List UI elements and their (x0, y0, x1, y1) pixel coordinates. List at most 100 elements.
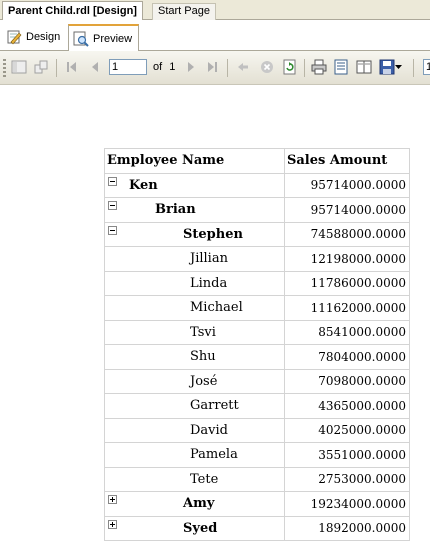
employee-name-cell: Brian (104, 197, 285, 223)
sales-amount-cell: 11162000.0000 (284, 295, 410, 321)
table-body: Ken 95714000.0000 Brian 95714000.0000 Stephe… (104, 172, 410, 541)
back-icon[interactable] (234, 58, 252, 76)
sales-amount-cell: 1892000.0000 (284, 515, 410, 541)
table-row: Tsvi 8541000.0000 (104, 319, 410, 345)
employee-name-cell: José (104, 368, 285, 394)
expand-toggle-icon[interactable] (108, 495, 117, 504)
employee-name: José (190, 373, 218, 389)
employee-name: Tsvi (190, 324, 216, 340)
zoom-input[interactable]: 1 (423, 59, 430, 75)
sales-amount-cell: 4365000.0000 (284, 393, 410, 419)
employee-name: Syed (183, 520, 218, 536)
preview-magnifier-icon (73, 31, 89, 47)
tab-start-page[interactable]: Start Page (152, 3, 216, 20)
employee-name-cell: Amy (104, 491, 285, 517)
sales-amount-cell: 11786000.0000 (284, 270, 410, 296)
toolbar-separator (227, 59, 228, 77)
employee-name: David (190, 422, 228, 438)
design-pencil-icon (6, 29, 22, 45)
last-page-icon[interactable] (203, 58, 221, 76)
employee-name-cell: Syed (104, 515, 285, 541)
toolbar-separator (304, 59, 305, 77)
employee-name-cell: Ken (104, 172, 285, 198)
table-row: Michael 11162000.0000 (104, 295, 410, 321)
table-row: Pamela 3551000.0000 (104, 442, 410, 468)
next-page-icon[interactable] (182, 58, 200, 76)
expand-toggle-icon[interactable] (108, 519, 117, 529)
tab-design-label: Design (26, 31, 61, 43)
employee-name: Pamela (190, 447, 238, 462)
collapse-toggle-icon[interactable] (108, 225, 117, 235)
print-icon[interactable] (310, 58, 328, 76)
employee-name: Linda (190, 275, 228, 291)
employee-name-cell: Tete (104, 466, 285, 492)
table-row: Amy 19234000.0000 (104, 491, 410, 517)
table-row: José 7098000.0000 (104, 368, 410, 394)
page-setup-icon[interactable] (355, 58, 373, 76)
sales-amount-cell: 2753000.0000 (284, 466, 410, 492)
collapse-toggle-icon[interactable] (108, 176, 117, 186)
sales-amount-cell: 8541000.0000 (284, 319, 410, 345)
table-row: Brian 95714000.0000 (104, 197, 410, 223)
tab-preview-label: Preview (93, 32, 133, 45)
employee-name-cell: Garrett (104, 393, 285, 419)
tab-parent-child-design[interactable]: Parent Child.rdl [Design] (2, 1, 143, 21)
print-layout-icon[interactable] (332, 58, 350, 76)
sales-amount-cell: 4025000.0000 (284, 417, 410, 443)
table-header-row: Employee Name Sales Amount (104, 148, 410, 174)
table-row: Stephen 74588000.0000 (104, 221, 410, 247)
employee-sales-table: Employee Name Sales Amount Ken 95714000.0… (104, 148, 410, 541)
document-map-icon[interactable] (10, 58, 28, 76)
table-row: Tete 2753000.0000 (104, 466, 410, 492)
sales-amount-cell: 95714000.0000 (284, 197, 410, 223)
employee-name: Brian (155, 202, 196, 217)
table-row: Garrett 4365000.0000 (104, 393, 410, 419)
table-row: David 4025000.0000 (104, 417, 410, 443)
table-row: Linda 11786000.0000 (104, 270, 410, 296)
sales-amount-cell: 12198000.0000 (284, 246, 410, 272)
employee-name-cell: Pamela (104, 442, 285, 468)
collapse-toggle-icon[interactable] (108, 201, 117, 210)
sales-amount-cell: 74588000.0000 (284, 221, 410, 247)
table-row: Jillian 12198000.0000 (104, 246, 410, 272)
column-header-sales-amount: Sales Amount (284, 148, 410, 174)
sales-amount-cell: 7804000.0000 (284, 344, 410, 370)
table-row: Shu 7804000.0000 (104, 344, 410, 370)
employee-name: Shu (190, 349, 216, 364)
toolbar-grip[interactable] (3, 59, 6, 77)
table-row: Syed 1892000.0000 (104, 515, 410, 541)
employee-name-cell: Linda (104, 270, 285, 296)
employee-name: Jillian (190, 251, 228, 266)
sales-amount-cell: 19234000.0000 (284, 491, 410, 517)
toolbar-separator (413, 59, 414, 77)
employee-name-cell: Michael (104, 295, 285, 321)
employee-name-cell: Jillian (104, 246, 285, 272)
employee-name: Ken (129, 177, 158, 193)
view-tab-strip: Design Preview (0, 20, 430, 51)
parent-report-icon[interactable] (32, 58, 50, 76)
employee-name: Amy (183, 496, 215, 511)
employee-name: Garrett (190, 398, 239, 413)
employee-name: Stephen (183, 226, 243, 242)
tab-design[interactable]: Design (2, 25, 66, 49)
employee-name: Michael (190, 300, 243, 315)
previous-page-icon[interactable] (86, 58, 104, 76)
page-of-label: of 1 (153, 61, 176, 73)
refresh-icon[interactable] (281, 58, 299, 76)
report-toolbar: 1 of 1 1 (0, 51, 430, 85)
sales-amount-cell: 7098000.0000 (284, 368, 410, 394)
stop-icon[interactable] (258, 58, 276, 76)
export-dropdown-chevron-down-icon[interactable] (393, 58, 403, 76)
employee-name: Tete (190, 471, 219, 487)
employee-name-cell: David (104, 417, 285, 443)
first-page-icon[interactable] (63, 58, 81, 76)
page-number-input[interactable]: 1 (109, 59, 147, 75)
document-tab-strip: Parent Child.rdl [Design] Start Page (0, 0, 430, 21)
employee-name-cell: Stephen (104, 221, 285, 247)
table-row: Ken 95714000.0000 (104, 172, 410, 198)
toolbar-separator (56, 59, 57, 77)
column-header-employee-name: Employee Name (104, 148, 285, 174)
tab-preview[interactable]: Preview (68, 24, 140, 51)
employee-name-cell: Tsvi (104, 319, 285, 345)
sales-amount-cell: 3551000.0000 (284, 442, 410, 468)
